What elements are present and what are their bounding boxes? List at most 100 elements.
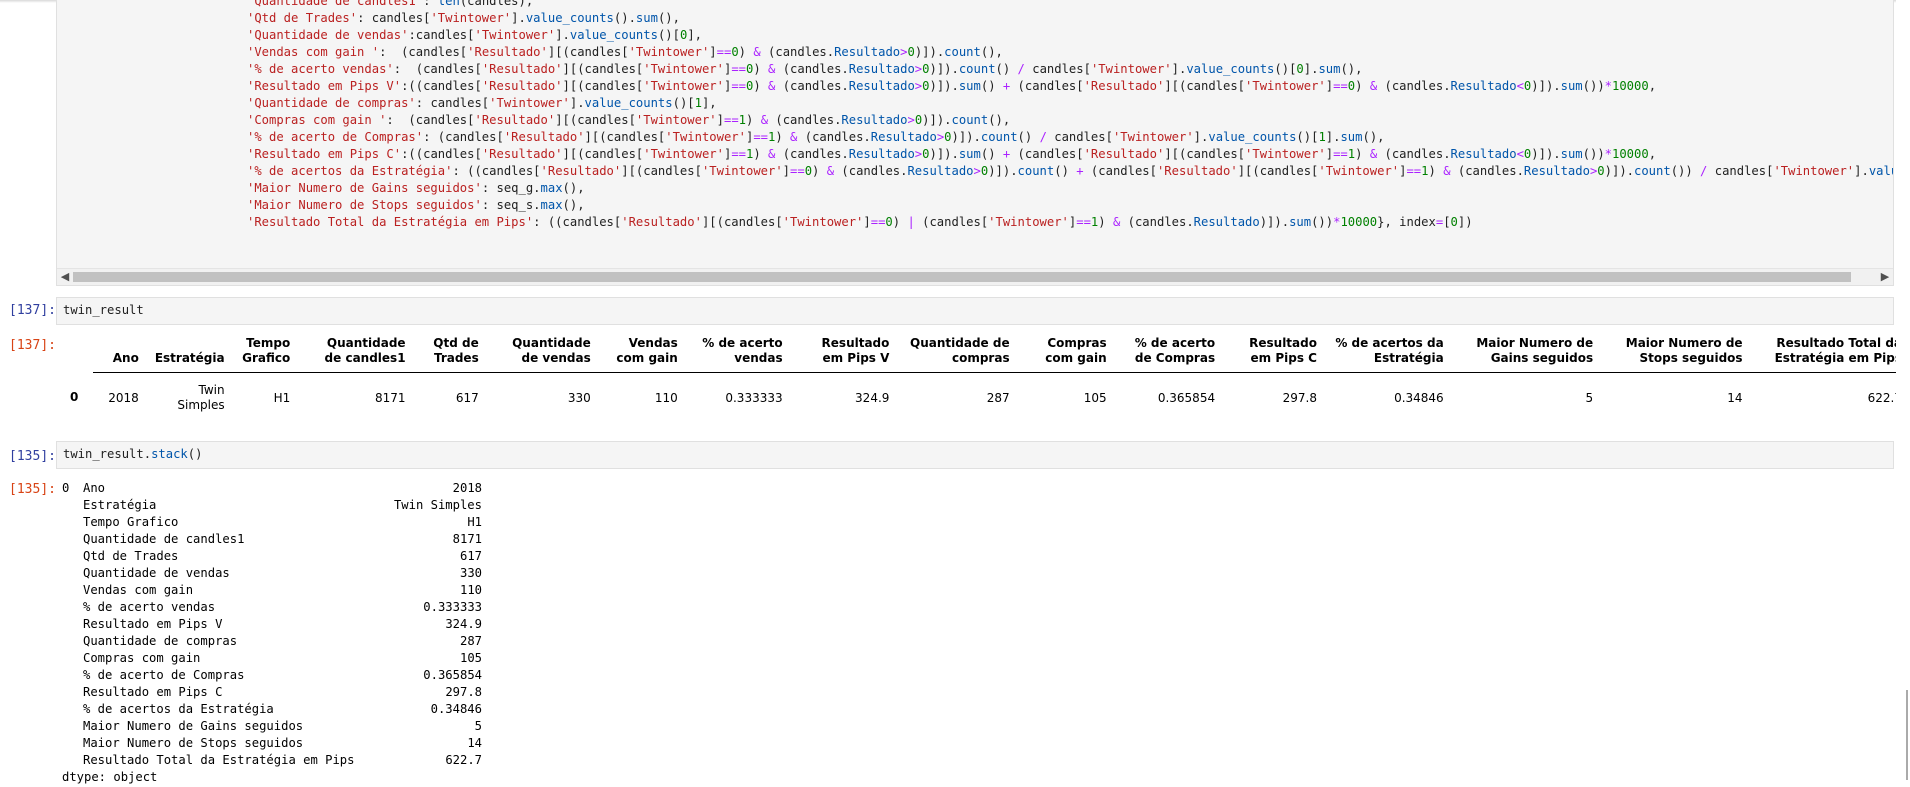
code-token: 10000 xyxy=(1612,147,1649,161)
code-token: (candles. xyxy=(1450,164,1524,178)
code-token: 'Resultado' xyxy=(540,164,622,178)
scrollbar-thumb[interactable] xyxy=(73,272,1851,282)
code-token: Resultado xyxy=(1450,79,1517,93)
code-token: (candles. xyxy=(760,45,835,59)
code-token: == xyxy=(1076,215,1091,229)
series-label: Resultado em Pips C xyxy=(83,685,223,699)
scroll-left-icon[interactable]: ◀ xyxy=(57,269,73,285)
code-token: () xyxy=(1054,164,1077,178)
table-cell: Twin Simples xyxy=(177,383,225,412)
code-token: ][(candles[ xyxy=(1164,79,1246,93)
code-line: 'Resultado em Pips C':((candles['Resulta… xyxy=(247,146,1893,163)
code-text: twin_result xyxy=(63,303,144,317)
code-token: (candles. xyxy=(834,164,908,178)
code-token: 'Twintower' xyxy=(628,45,710,59)
code-token: ][(candles[ xyxy=(547,45,629,59)
column-header: Estratégia xyxy=(146,330,233,373)
code-token: : xyxy=(423,0,438,8)
code-token: max xyxy=(540,198,563,212)
code-token: ) xyxy=(746,113,761,127)
series-row: Resultado em Pips C 297.8 xyxy=(62,684,482,701)
code-cell-137[interactable]: twin_result xyxy=(56,297,1894,325)
code-token: (candles. xyxy=(768,113,842,127)
code-token: 'Twintower' xyxy=(1112,130,1194,144)
series-label: % de acertos da Estratégia xyxy=(83,702,274,716)
code-token: 1 xyxy=(1318,130,1326,144)
code-lines: 'Quantidade de candles1': len(candles), '… xyxy=(247,0,1893,231)
code-token: (candles[ xyxy=(1010,79,1084,93)
table-cell: 297.8 xyxy=(1282,390,1317,405)
code-token: 'Maior Numero de Stops seguidos' xyxy=(247,198,482,212)
column-header: % de acertos da Estratégia xyxy=(1324,330,1452,373)
code-token: value_counts xyxy=(584,96,673,110)
code-token: 'Twintower' xyxy=(1245,79,1326,93)
series-row: 0 Ano 2018 xyxy=(62,480,482,497)
code-token: count xyxy=(980,130,1018,144)
code-token: 0 xyxy=(944,130,952,144)
code-token: : seq_g. xyxy=(481,181,541,195)
code-token: ] xyxy=(782,164,791,178)
column-header: Resultado em Pips C xyxy=(1223,330,1325,373)
series-row: % de acerto vendas 0.333333 xyxy=(62,599,482,616)
code-token: & xyxy=(760,113,769,127)
code-token: ()) xyxy=(1582,79,1605,93)
code-token: ) xyxy=(775,130,791,144)
code-line: '% de acerto de Compras': (candles['Resu… xyxy=(247,129,1893,146)
code-cell-editor[interactable]: 'Quantidade de candles1': len(candles), '… xyxy=(56,0,1894,286)
output-prompt-135: [135]: xyxy=(9,482,56,497)
code-token: == xyxy=(731,62,746,76)
code-token: Resultado xyxy=(870,130,937,144)
code-token: 0 xyxy=(1597,164,1605,178)
code-token: Resultado xyxy=(848,62,915,76)
horizontal-scrollbar[interactable]: ◀ ▶ xyxy=(57,268,1893,285)
code-token: : (candles[ xyxy=(423,130,504,144)
code-token: ]. xyxy=(1303,62,1319,76)
code-token: == xyxy=(731,147,746,161)
code-token: count xyxy=(944,45,981,59)
code-token: ]. xyxy=(1325,130,1341,144)
series-row: Compras com gain 105 xyxy=(62,650,482,667)
vertical-scrollbar-thumb[interactable] xyxy=(1906,690,1908,780)
code-token: value_counts xyxy=(1208,130,1297,144)
code-token: 'Maior Numero de Gains seguidos' xyxy=(247,181,482,195)
column-header: Resultado em Pips V xyxy=(790,330,898,373)
code-token: 'Compras com gain ' xyxy=(247,113,387,127)
code-token: 'Twintower' xyxy=(988,215,1069,229)
code-token: count xyxy=(1634,164,1671,178)
code-token: 10000 xyxy=(1612,79,1649,93)
code-token: 'Twintower' xyxy=(430,11,512,25)
code-token: 'Qtd de Trades' xyxy=(247,11,358,25)
series-label: % de acerto de Compras xyxy=(83,668,245,682)
table-cell: 110 xyxy=(654,390,678,405)
code-token: ) xyxy=(738,45,754,59)
code-token: 'Twintower' xyxy=(643,147,724,161)
code-cell-135[interactable]: twin_result.stack() xyxy=(56,441,1894,469)
series-value: 0.365854 xyxy=(423,668,482,682)
series-label: Resultado Total da Estratégia em Pips xyxy=(83,753,355,767)
code-token: sum xyxy=(635,11,658,25)
code-token: ]. xyxy=(555,28,570,42)
series-value: 2018 xyxy=(452,481,482,495)
vertical-scrollbar[interactable] xyxy=(1896,0,1910,787)
series-label: Compras com gain xyxy=(83,651,201,665)
input-prompt-137: [137]: xyxy=(9,303,56,318)
code-token: 1 xyxy=(738,113,747,127)
code-token: value_cou xyxy=(1868,164,1893,178)
code-token: )]). xyxy=(1531,147,1561,161)
table-cell: 8171 xyxy=(375,390,406,405)
series-row: Tempo Grafico H1 xyxy=(62,514,482,531)
code-token: ) xyxy=(812,164,827,178)
series-row: Resultado em Pips V 324.9 xyxy=(62,616,482,633)
code-token: : candles[ xyxy=(357,11,431,25)
code-token: ()) xyxy=(1582,147,1605,161)
code-token: )]). xyxy=(929,79,959,93)
series-label: Maior Numero de Gains seguidos xyxy=(83,719,304,733)
code-token: ][(candles[ xyxy=(621,164,702,178)
code-token: ) xyxy=(892,215,908,229)
scroll-right-icon[interactable]: ▶ xyxy=(1877,269,1893,285)
code-token: ] xyxy=(1325,79,1334,93)
series-value: 5 xyxy=(474,719,482,733)
table-cell: 5 xyxy=(1585,390,1594,405)
code-token: ][(candles[ xyxy=(562,62,644,76)
code-token: (). xyxy=(613,11,636,25)
